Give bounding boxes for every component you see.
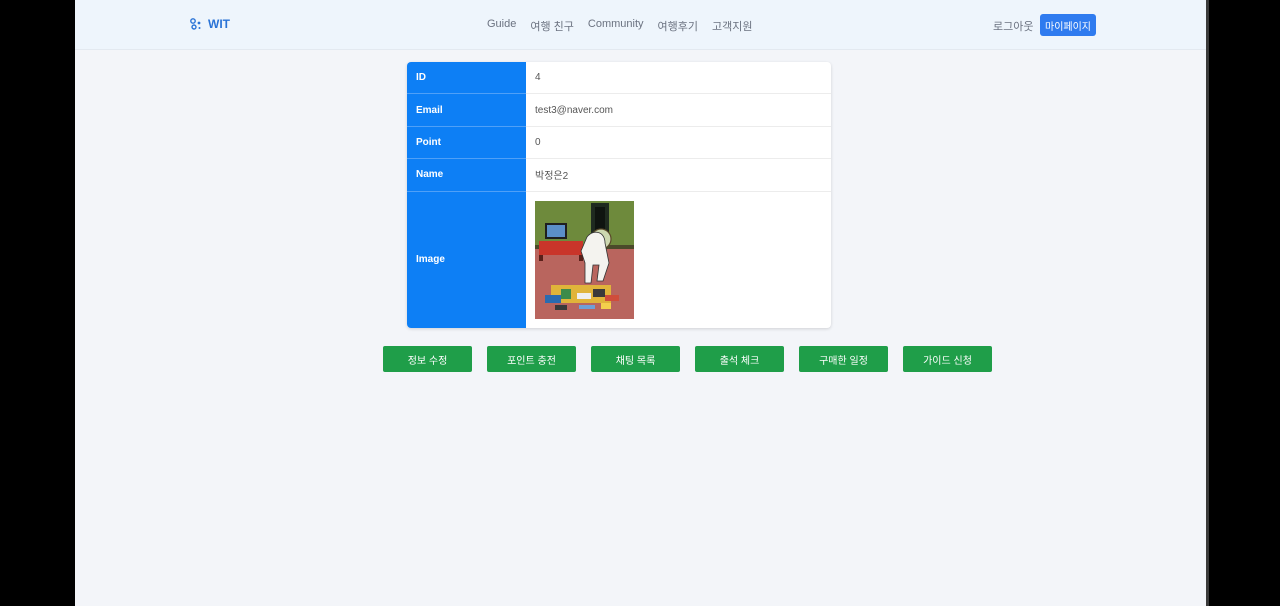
profile-label: Point — [407, 126, 526, 160]
nav-link-travel-review[interactable]: 여행후기 — [658, 18, 698, 34]
chat-list-button[interactable]: 채팅 목록 — [591, 346, 680, 372]
edit-info-button[interactable]: 정보 수정 — [383, 346, 472, 372]
mypage-button[interactable]: 마이페이지 — [1040, 14, 1096, 36]
browser-viewport: WIT Guide 여행 친구 Community 여행후기 고객지원 로그아웃… — [75, 0, 1206, 606]
logo[interactable]: WIT — [189, 17, 230, 31]
nav-links: Guide 여행 친구 Community 여행후기 고객지원 — [487, 18, 753, 34]
logout-link[interactable]: 로그아웃 — [993, 18, 1033, 34]
profile-value — [526, 192, 831, 328]
wit-logo-icon — [190, 18, 201, 30]
profile-row-image: Image — [407, 191, 831, 328]
navbar: WIT Guide 여행 친구 Community 여행후기 고객지원 로그아웃… — [75, 0, 1206, 50]
nav-link-community[interactable]: Community — [588, 18, 644, 34]
profile-row-point: Point 0 — [407, 126, 831, 160]
profile-label: Email — [407, 94, 526, 127]
nav-link-customer-support[interactable]: 고객지원 — [712, 18, 752, 34]
action-buttons: 정보 수정 포인트 충전 채팅 목록 출석 체크 구매한 일정 가이드 신청 — [383, 346, 992, 372]
charge-points-button[interactable]: 포인트 충전 — [487, 346, 576, 372]
guide-apply-button[interactable]: 가이드 신청 — [903, 346, 992, 372]
profile-label: ID — [407, 62, 526, 95]
profile-value: 박정은2 — [526, 159, 831, 192]
profile-value: test3@naver.com — [526, 94, 831, 127]
purchased-schedule-button[interactable]: 구매한 일정 — [799, 346, 888, 372]
profile-label: Image — [407, 191, 526, 328]
nav-link-guide[interactable]: Guide — [487, 18, 516, 34]
profile-label: Name — [407, 159, 526, 192]
profile-row-id: ID 4 — [407, 62, 831, 95]
window-edge — [1206, 0, 1209, 606]
profile-value: 0 — [526, 127, 831, 160]
profile-row-name: Name 박정은2 — [407, 159, 831, 192]
profile-card: ID 4 Email test3@naver.com Point 0 Name … — [407, 62, 831, 328]
profile-value: 4 — [526, 62, 831, 95]
profile-image — [535, 200, 634, 319]
nav-link-travel-friend[interactable]: 여행 친구 — [530, 18, 574, 34]
attendance-check-button[interactable]: 출석 체크 — [695, 346, 784, 372]
profile-row-email: Email test3@naver.com — [407, 94, 831, 127]
logo-text: WIT — [208, 17, 230, 31]
